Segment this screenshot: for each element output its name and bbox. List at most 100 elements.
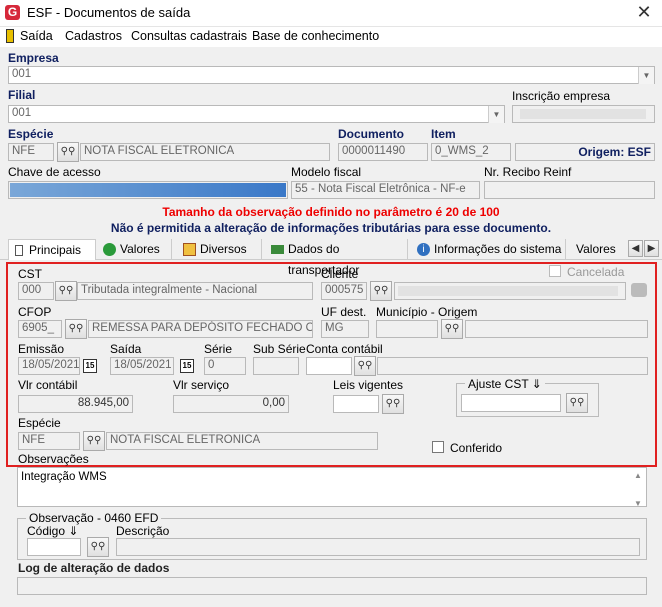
ajuste-cst-field[interactable] [461,394,561,412]
conta-desc-field [377,357,648,375]
especie-code-field[interactable]: NFE [8,143,54,161]
binoculars-icon[interactable]: ⚲⚲ [382,394,404,414]
menu-saida[interactable]: Saída [20,29,53,43]
item-field[interactable]: 0_WMS_2 [431,143,511,161]
emissao-label: Emissão [18,342,65,356]
tab-label: Principais [29,243,82,257]
calendar-icon [183,243,196,256]
ajuste-cst-label: Ajuste CST ⇓ [465,377,545,391]
recibo-label: Nr. Recibo Reinf [484,165,572,179]
binoculars-icon[interactable]: ⚲⚲ [566,393,588,413]
calendar-icon[interactable]: 15 [180,359,194,373]
binoculars-icon[interactable]: ⚲⚲ [441,319,463,339]
scroll-left-icon[interactable]: ◀ [628,240,643,257]
cfop-desc-field: REMESSA PARA DEPÓSITO FECHADO OU A [88,320,313,338]
chave-blurred [10,183,286,197]
scrollbar[interactable]: ▲ ▼ [632,469,644,508]
window-title: ESF - Documentos de saída [27,5,191,20]
conta-label: Conta contábil [306,342,383,356]
tab-label: Valores de [576,242,616,256]
emissao-field[interactable]: 18/05/2021 [18,357,80,375]
documento-label: Documento [338,127,404,141]
observacoes-textarea[interactable]: Integração WMS [17,467,647,507]
filial-label: Filial [8,88,36,102]
codigo-field[interactable] [27,538,81,556]
cancelada-label: Cancelada [567,265,625,279]
modelo-label: Modelo fiscal [291,165,362,179]
recibo-field [484,181,655,199]
cst-code-field[interactable]: 000 [18,282,54,300]
documento-field[interactable]: 0000011490 [338,143,428,161]
especie2-code-field[interactable]: NFE [18,432,80,450]
tab-informacoes[interactable]: i Informações do sistema [414,239,566,260]
scroll-right-icon[interactable]: ▶ [644,240,659,257]
tab-transportador[interactable]: Dados do transportador [268,239,408,277]
menu-base-conhecimento[interactable]: Base de conhecimento [252,29,379,43]
uf-field: MG [321,320,369,338]
inscricao-label: Inscrição empresa [512,89,611,103]
tab-diversos[interactable]: Diversos [180,239,262,260]
cst-label: CST [18,267,42,281]
cliente-code-field[interactable]: 000575 [321,282,367,300]
binoculars-icon[interactable]: ⚲⚲ [57,142,79,162]
cfop-code-field[interactable]: 6905_ [18,320,62,338]
serie-field[interactable]: 0 [204,357,246,375]
vlr-servico-field: 0,00 [173,395,289,413]
binoculars-icon[interactable]: ⚲⚲ [55,281,77,301]
vlr-servico-label: Vlr serviço [173,378,230,392]
tab-label: Diversos [200,242,247,256]
binoculars-icon[interactable]: ⚲⚲ [354,356,376,376]
saida-field[interactable]: 18/05/2021 [110,357,174,375]
tax-lock-warning: Não é permitida a alteração de informaçõ… [110,221,552,235]
cliente-blurred [398,286,618,296]
truck-icon [271,245,284,254]
empresa-label: Empresa [8,51,59,65]
cliente-label: Cliente [321,267,359,281]
chave-label: Chave de acesso [8,165,101,179]
especie2-label: Espécie [18,416,61,430]
stack-icon[interactable] [631,283,647,297]
conta-code-field[interactable] [306,357,352,375]
subserie-label: Sub Série [253,342,306,356]
vlr-contabil-field: 88.945,00 [18,395,133,413]
binoculars-icon[interactable]: ⚲⚲ [370,281,392,301]
subserie-field[interactable] [253,357,299,375]
serie-label: Série [204,342,233,356]
cfop-label: CFOP [18,305,52,319]
tab-label: Informações do sistema [434,242,562,256]
filial-name-blurred [36,107,280,121]
vlr-contabil-label: Vlr contábil [18,378,78,392]
chevron-down-icon[interactable]: ▼ [638,67,654,84]
chevron-down-icon[interactable]: ▼ [488,106,504,123]
empresa-name-blurred [40,68,276,82]
saida-label: Saída [110,342,142,356]
codigo-label: Código ⇓ [27,524,79,538]
parameter-warning: Tamanho da observação definido no parâme… [162,205,500,219]
binoculars-icon[interactable]: ⚲⚲ [65,319,87,339]
uf-label: UF dest. [321,305,367,319]
tab-valores-de[interactable]: Valores de [572,239,628,260]
tab-valores[interactable]: Valores [100,239,172,260]
cancelada-checkbox[interactable] [549,265,561,277]
calendar-icon[interactable]: 15 [83,359,97,373]
municipio-code-field[interactable] [376,320,438,338]
observacoes-label: Observações [18,452,89,466]
municipio-label: Município - Origem [376,305,478,319]
binoculars-icon[interactable]: ⚲⚲ [87,537,109,557]
tab-principais[interactable]: Principais [8,239,96,260]
menu-consultas[interactable]: Consultas cadastrais [131,29,247,43]
origem-badge: Origem: ESF [515,143,655,161]
especie-desc-field: NOTA FISCAL ELETRONICA [80,143,330,161]
document-icon [15,245,23,256]
close-icon[interactable]: ✕ [633,2,655,23]
binoculars-icon[interactable]: ⚲⚲ [83,431,105,451]
menu-cadastros[interactable]: Cadastros [65,29,122,43]
municipio-name-field [465,320,648,338]
log-label: Log de alteração de dados [18,561,170,575]
inscricao-blurred [520,109,646,119]
info-icon: i [417,243,430,256]
especie2-desc-field: NOTA FISCAL ELETRONICA [106,432,378,450]
leis-field[interactable] [333,395,379,413]
descricao-label: Descrição [116,524,170,538]
conferido-checkbox[interactable] [432,441,444,453]
